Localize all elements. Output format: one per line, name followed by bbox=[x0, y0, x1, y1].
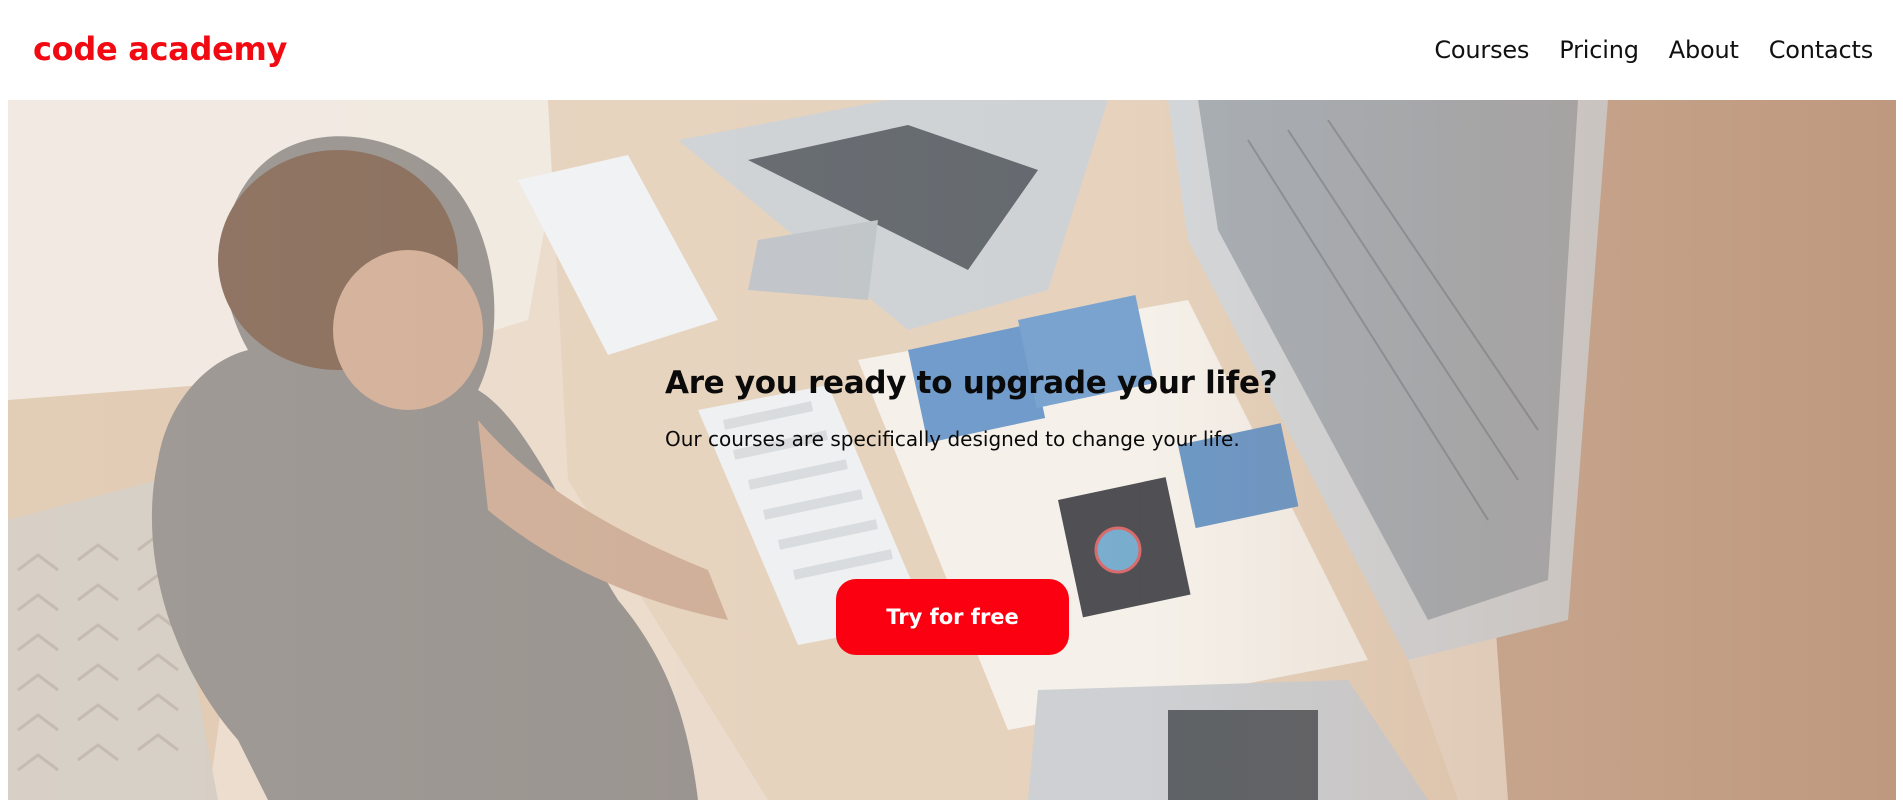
nav-link-courses[interactable]: Courses bbox=[1434, 36, 1529, 64]
nav-link-contacts[interactable]: Contacts bbox=[1769, 36, 1873, 64]
nav-link-pricing[interactable]: Pricing bbox=[1559, 36, 1639, 64]
site-header: code academy Courses Pricing About Conta… bbox=[0, 0, 1903, 100]
main-nav: Courses Pricing About Contacts bbox=[1434, 36, 1873, 64]
hero-section: Are you ready to upgrade your life? Our … bbox=[8, 100, 1896, 800]
try-for-free-button[interactable]: Try for free bbox=[836, 579, 1069, 655]
logo[interactable]: code academy bbox=[33, 30, 287, 68]
nav-link-about[interactable]: About bbox=[1669, 36, 1739, 64]
hero-content: Are you ready to upgrade your life? Our … bbox=[665, 365, 1305, 451]
hero-subtitle: Our courses are specifically designed to… bbox=[665, 427, 1240, 451]
hero-title: Are you ready to upgrade your life? bbox=[665, 365, 1278, 401]
